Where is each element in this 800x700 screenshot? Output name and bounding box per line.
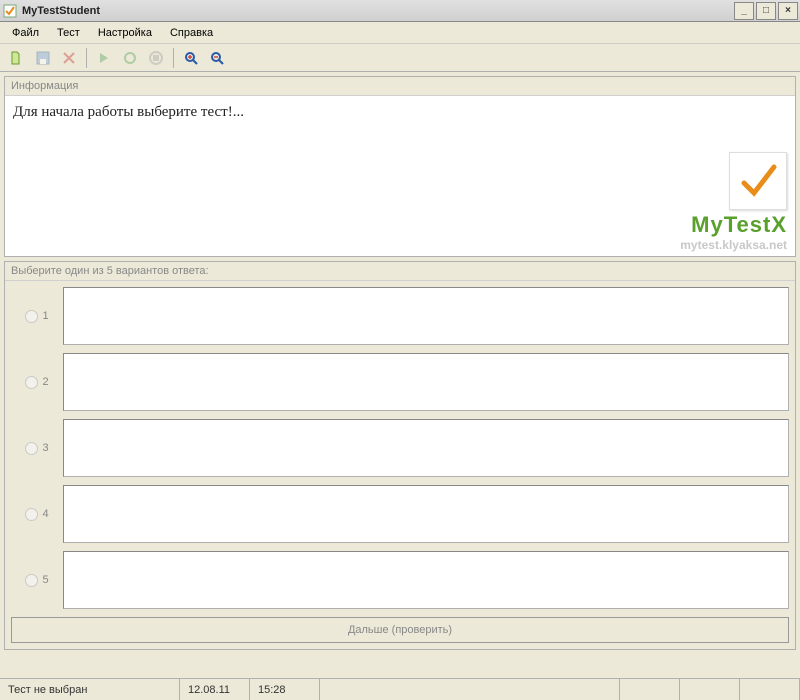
menubar: Файл Тест Настройка Справка [0, 22, 800, 44]
zoom-out-button[interactable] [206, 47, 228, 69]
status-empty [680, 679, 740, 700]
close-button[interactable]: × [778, 2, 798, 20]
menu-test[interactable]: Тест [49, 24, 88, 42]
answer-row: 1 [11, 287, 789, 345]
zoom-in-button[interactable] [180, 47, 202, 69]
save-button [32, 47, 54, 69]
status-empty [620, 679, 680, 700]
next-button[interactable]: Дальше (проверить) [11, 617, 789, 643]
play-button [93, 47, 115, 69]
answer-label: 5 [42, 574, 48, 586]
statusbar: Тест не выбран 12.08.11 15:28 [0, 678, 800, 700]
titlebar: MyTestStudent _ □ × [0, 0, 800, 22]
answers-panel: Выберите один из 5 вариантов ответа: 1 2 [4, 261, 796, 650]
info-panel: Информация Для начала работы выберите те… [4, 76, 796, 257]
logo-title: MyTestX [680, 212, 787, 238]
answer-radio-1[interactable] [25, 310, 38, 323]
menu-file[interactable]: Файл [4, 24, 47, 42]
refresh-button [119, 47, 141, 69]
window-title: MyTestStudent [22, 5, 734, 17]
toolbar-separator [173, 48, 174, 68]
open-button[interactable] [6, 47, 28, 69]
menu-help[interactable]: Справка [162, 24, 221, 42]
status-message: Тест не выбран [0, 679, 180, 700]
app-icon [2, 3, 18, 19]
answer-label: 1 [42, 310, 48, 322]
status-empty [740, 679, 800, 700]
info-body: Для начала работы выберите тест!... MyTe… [5, 96, 795, 256]
minimize-button[interactable]: _ [734, 2, 754, 20]
toolbar [0, 44, 800, 72]
answer-row: 5 [11, 551, 789, 609]
status-date: 12.08.11 [180, 679, 250, 700]
answer-box-1[interactable] [63, 287, 789, 345]
answer-radio-2[interactable] [25, 376, 38, 389]
menu-settings[interactable]: Настройка [90, 24, 160, 42]
answer-row: 2 [11, 353, 789, 411]
answer-label: 3 [42, 442, 48, 454]
answers-panel-header: Выберите один из 5 вариантов ответа: [5, 262, 795, 281]
checkmark-icon [729, 152, 787, 210]
answer-box-4[interactable] [63, 485, 789, 543]
answer-label: 4 [42, 508, 48, 520]
stop-button [145, 47, 167, 69]
status-time: 15:28 [250, 679, 320, 700]
window-controls: _ □ × [734, 2, 798, 20]
answer-radio-4[interactable] [25, 508, 38, 521]
answer-box-2[interactable] [63, 353, 789, 411]
logo-url: mytest.klyaksa.net [680, 238, 787, 252]
status-empty [320, 679, 620, 700]
answers-body: 1 2 3 4 [5, 281, 795, 649]
info-message: Для начала работы выберите тест!... [13, 104, 787, 121]
answer-label: 2 [42, 376, 48, 388]
answer-radio-5[interactable] [25, 574, 38, 587]
answer-row: 4 [11, 485, 789, 543]
answer-box-5[interactable] [63, 551, 789, 609]
maximize-button[interactable]: □ [756, 2, 776, 20]
info-panel-header: Информация [5, 77, 795, 96]
toolbar-separator [86, 48, 87, 68]
answer-row: 3 [11, 419, 789, 477]
cancel-button [58, 47, 80, 69]
answer-box-3[interactable] [63, 419, 789, 477]
logo-box: MyTestX mytest.klyaksa.net [680, 152, 787, 252]
answer-radio-3[interactable] [25, 442, 38, 455]
